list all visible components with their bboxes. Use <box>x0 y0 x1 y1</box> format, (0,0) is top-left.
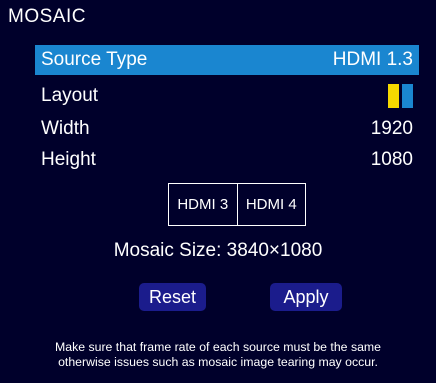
height-row[interactable]: Height 1080 <box>35 145 419 175</box>
note-line-2: otherwise issues such as mosaic image te… <box>58 355 378 369</box>
source-type-value: HDMI 1.3 <box>332 49 413 70</box>
layout-label: Layout <box>41 85 99 106</box>
width-row[interactable]: Width 1920 <box>35 114 419 144</box>
layout-row[interactable]: Layout <box>35 81 419 111</box>
note-line-1: Make sure that frame rate of each source… <box>54 340 382 354</box>
mosaic-cell-left: HDMI 3 <box>177 196 229 213</box>
page-title: MOSAIC <box>8 6 86 27</box>
source-type-row[interactable]: Source Type HDMI 1.3 <box>35 45 419 75</box>
layout-swatch-right <box>402 84 413 108</box>
frame-rate-note: Make sure that frame rate of each source… <box>0 340 436 370</box>
mosaic-size-text: Mosaic Size: 3840×1080 <box>113 240 323 261</box>
height-value: 1080 <box>370 149 413 170</box>
width-label: Width <box>41 118 90 139</box>
reset-button[interactable]: Reset <box>139 283 206 311</box>
layout-swatch-icon <box>388 84 413 108</box>
width-value: 1920 <box>370 118 413 139</box>
mosaic-layout-preview: HDMI 3 HDMI 4 <box>168 183 306 226</box>
height-label: Height <box>41 149 96 170</box>
apply-button[interactable]: Apply <box>270 283 342 311</box>
layout-swatch-left <box>388 84 399 108</box>
source-type-label: Source Type <box>41 49 148 70</box>
mosaic-cell-right: HDMI 4 <box>236 184 306 225</box>
mosaic-screen: MOSAIC Source Type HDMI 1.3 Layout Width… <box>0 0 436 383</box>
